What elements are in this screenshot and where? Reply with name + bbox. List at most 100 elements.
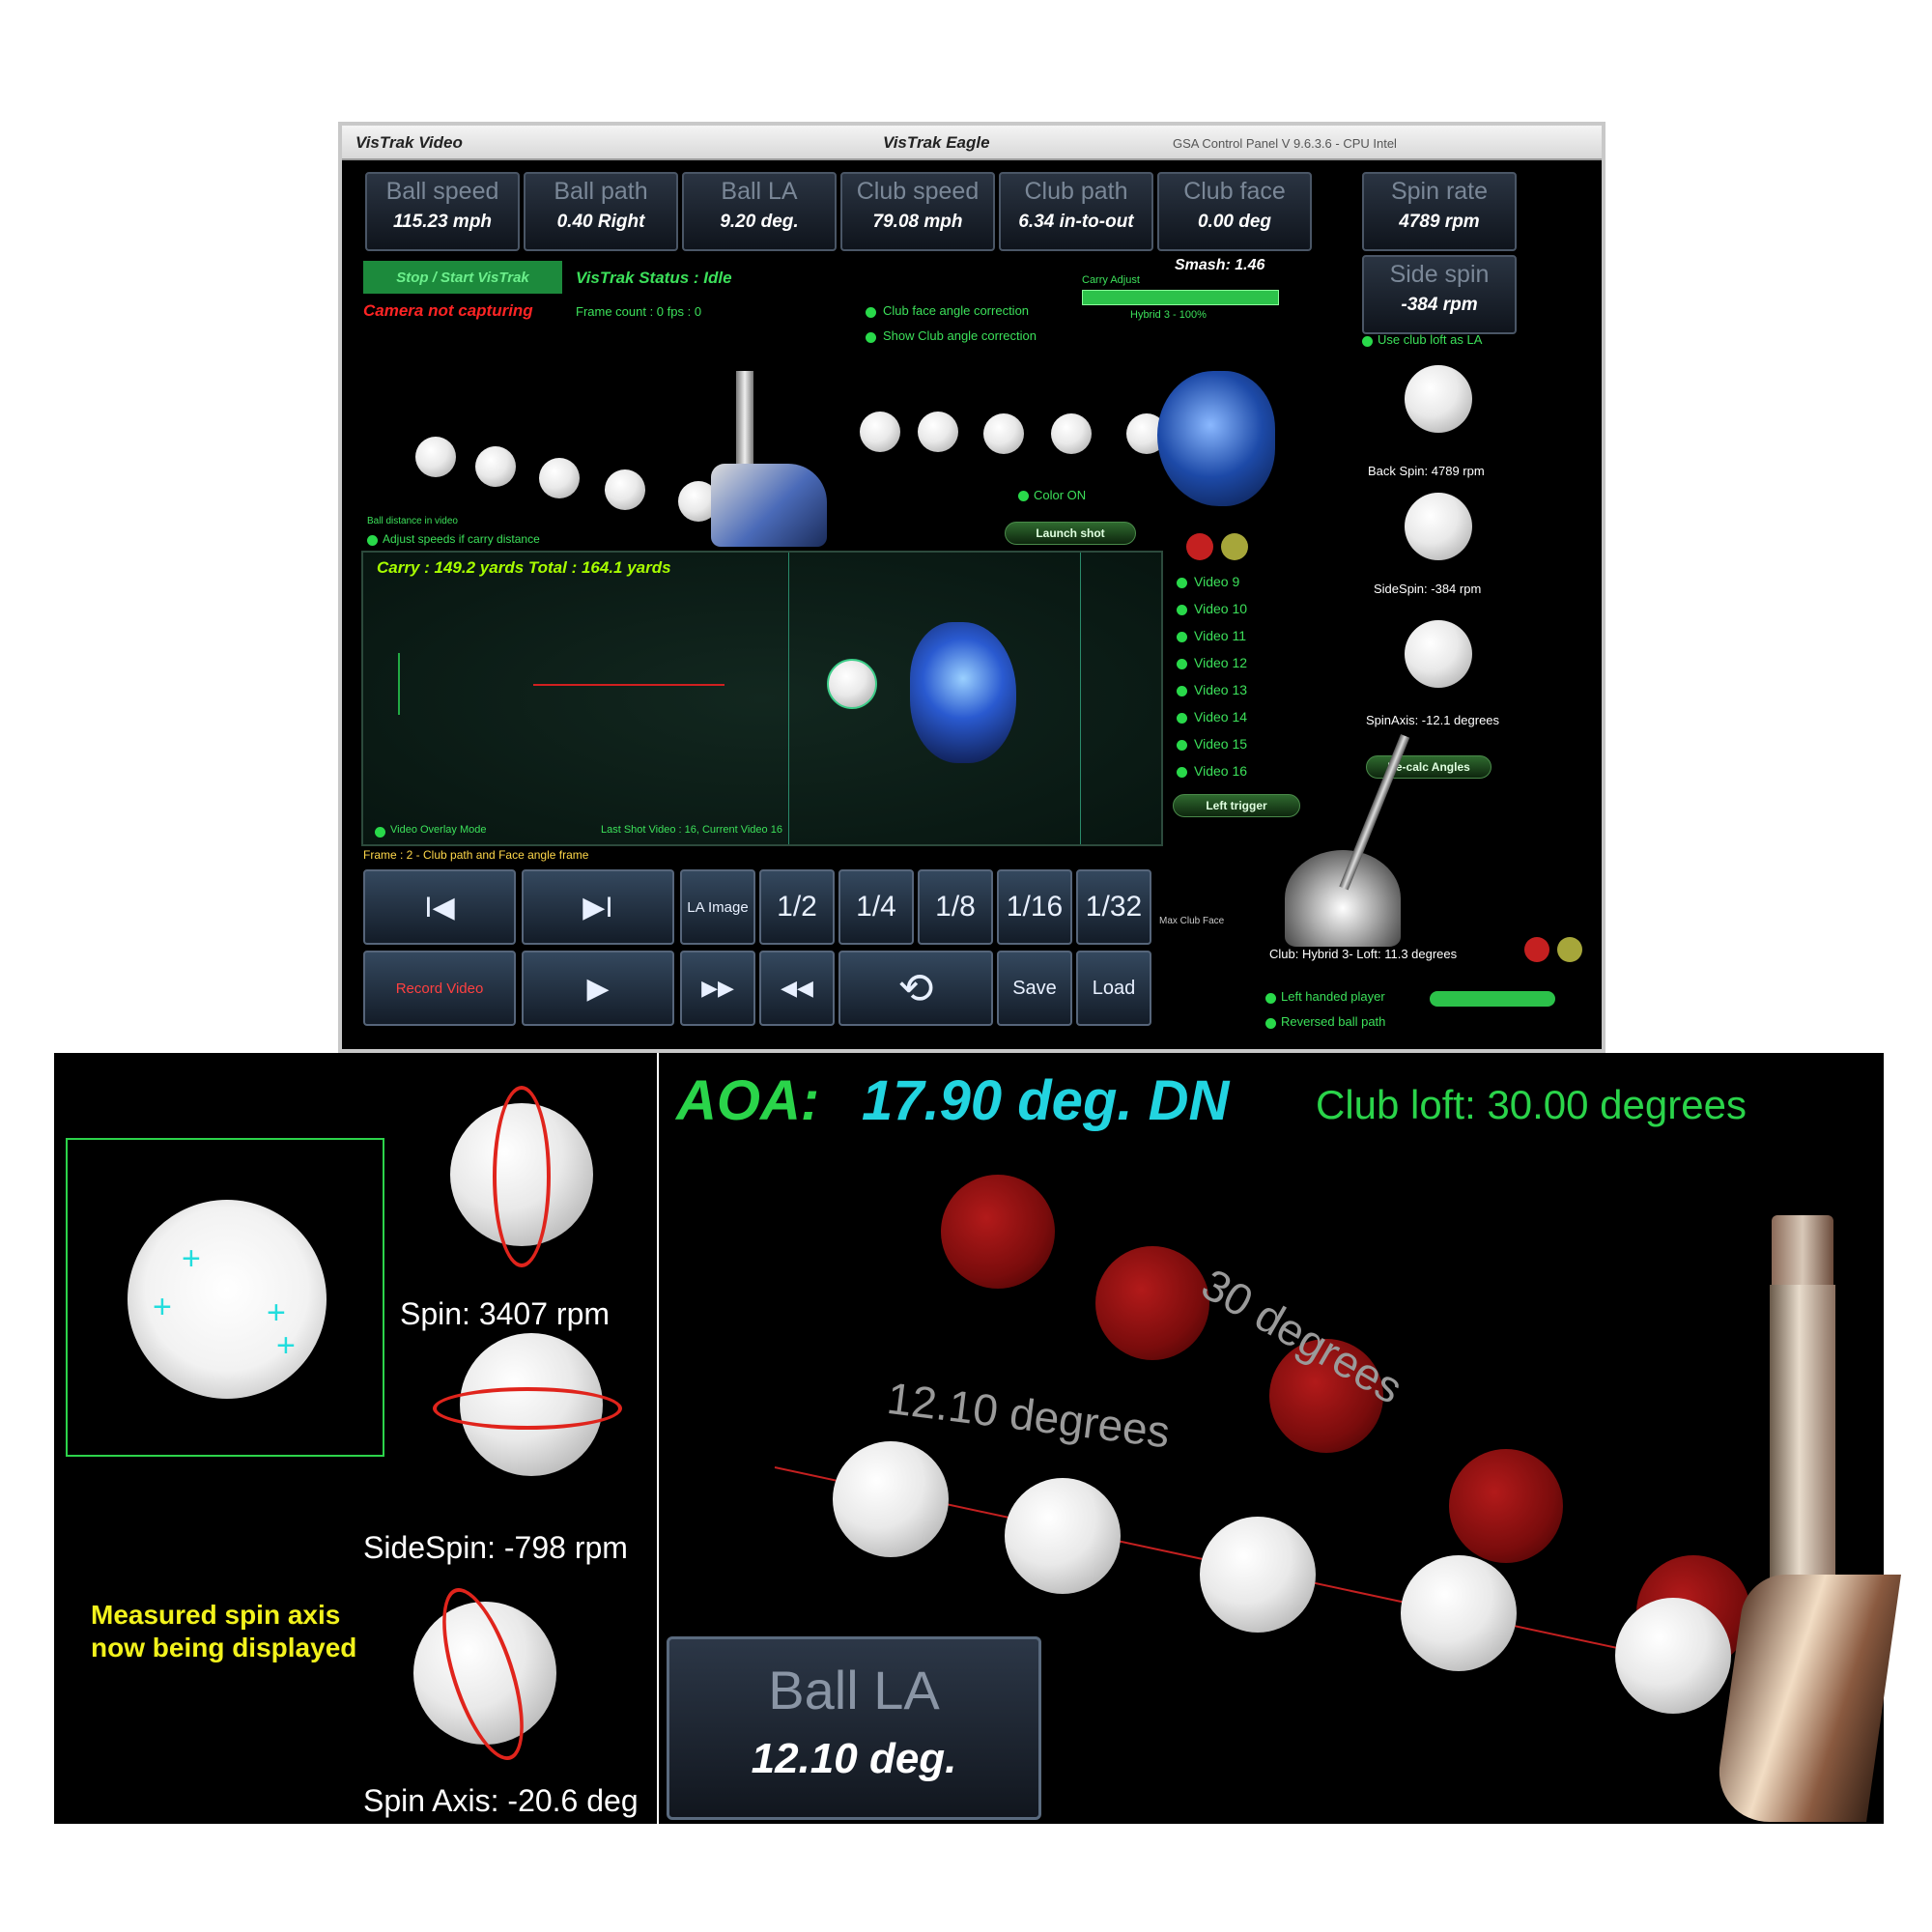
spin-measurement-panel: + + + + Spin: 3407 rpm SideSpin: -798 rp… <box>54 1053 657 1824</box>
red-ball <box>1449 1449 1563 1563</box>
video-panel: Carry : 149.2 yards Total : 164.1 yards … <box>361 551 1163 846</box>
ball-frame <box>860 412 900 452</box>
plus-button[interactable] <box>1221 533 1248 560</box>
video-radio[interactable] <box>1177 659 1187 669</box>
frame-count: Frame count : 0 fps : 0 <box>576 304 702 319</box>
ball-frame <box>983 413 1024 454</box>
ball-frame <box>475 446 516 487</box>
launch-angle-panel: AOA: 17.90 deg. DN Club loft: 30.00 degr… <box>659 1053 1901 1824</box>
axis-note-line2: now being displayed <box>91 1633 357 1662</box>
video-radio[interactable] <box>1177 578 1187 588</box>
max-club-face-label: Max Club Face <box>1159 916 1225 926</box>
skip-end-button[interactable]: ▶I <box>522 869 674 945</box>
video-radio[interactable] <box>1177 605 1187 615</box>
ball-la-label: Ball LA <box>768 1660 940 1720</box>
spin-orbit <box>493 1086 551 1267</box>
carry-adjust-slider[interactable] <box>1082 290 1279 305</box>
club-loft-label: Club loft: 30.00 degrees <box>1316 1082 1747 1127</box>
smash-factor: Smash: 1.46 <box>1175 257 1265 273</box>
adjust-speeds-radio[interactable] <box>367 535 378 546</box>
stop-start-vistrak-button[interactable]: Stop / Start VisTrak <box>363 261 562 294</box>
video-item[interactable]: Video 16 <box>1194 763 1247 779</box>
canvas: VisTrak Video VisTrak Eagle GSA Control … <box>0 0 1932 1932</box>
video-item[interactable]: Video 15 <box>1194 736 1247 752</box>
metric-value: -384 rpm <box>1401 295 1478 315</box>
club-face-correction-label: Club face angle correction <box>883 303 1030 318</box>
metric-value: 6.34 in-to-out <box>1018 212 1134 232</box>
reversed-path-radio[interactable] <box>1265 1018 1276 1029</box>
left-handed-radio[interactable] <box>1265 993 1276 1004</box>
record-video-button[interactable]: Record Video <box>363 951 516 1026</box>
spin-axis-label: SpinAxis: -12.1 degrees <box>1366 713 1500 727</box>
video-overlay-radio[interactable] <box>375 827 385 838</box>
launch-shot-button[interactable]: Launch shot <box>1005 522 1136 545</box>
video-item[interactable]: Video 9 <box>1194 574 1239 589</box>
show-club-angle-label: Show Club angle correction <box>883 328 1037 343</box>
title-right: GSA Control Panel V 9.6.3.6 - CPU Intel <box>1173 136 1397 151</box>
club-face-correction-radio[interactable] <box>866 307 876 318</box>
axis-note-line1: Measured spin axis <box>91 1600 341 1630</box>
video-radio[interactable] <box>1177 713 1187 724</box>
hybrid-club-face-image <box>1285 850 1401 947</box>
video-overlay-label: Video Overlay Mode <box>390 824 487 836</box>
speed-sixteenth-button[interactable]: 1/16 <box>997 869 1072 945</box>
sidespin-label: SideSpin: -798 rpm <box>363 1530 628 1565</box>
club-minus-button[interactable] <box>1524 937 1549 962</box>
video-item[interactable]: Video 12 <box>1194 655 1247 670</box>
club-hosel <box>1772 1215 1833 1291</box>
title-center: VisTrak Eagle <box>883 133 990 152</box>
club-plus-button[interactable] <box>1557 937 1582 962</box>
marker-plus: + <box>276 1327 296 1364</box>
twelve-degrees-label: 12.10 degrees <box>884 1372 1173 1458</box>
metric-label: Ball path <box>554 178 648 205</box>
loop-button[interactable]: ⟲ <box>838 951 993 1026</box>
video-radio[interactable] <box>1177 632 1187 642</box>
club-info: Club: Hybrid 3- Loft: 11.3 degrees <box>1269 947 1458 961</box>
left-handed-label: Left handed player <box>1281 989 1385 1004</box>
metric-ball-la: Ball LA 9.20 deg. <box>682 172 837 251</box>
play-button[interactable]: ▶ <box>522 951 674 1026</box>
la-image-button[interactable]: LA Image <box>680 869 755 945</box>
speed-quarter-button[interactable]: 1/4 <box>838 869 914 945</box>
hybrid-label: Hybrid 3 - 100% <box>1130 309 1207 321</box>
video-radio[interactable] <box>1177 767 1187 778</box>
use-club-loft-radio[interactable] <box>1362 336 1373 347</box>
metric-label: Club path <box>1024 178 1128 205</box>
metric-value: 0.40 Right <box>556 212 645 232</box>
title-left: VisTrak Video <box>355 133 463 152</box>
metric-ball-path: Ball path 0.40 Right <box>524 172 678 251</box>
metric-label: Spin rate <box>1390 178 1489 205</box>
driver-head-image <box>1157 371 1275 506</box>
video-item[interactable]: Video 14 <box>1194 709 1247 724</box>
spin-axis-ball <box>1405 620 1472 688</box>
ball-frame <box>1051 413 1092 454</box>
fast-forward-button[interactable]: ▶▶ <box>680 951 755 1026</box>
video-item[interactable]: Video 11 <box>1194 628 1246 643</box>
show-club-angle-radio[interactable] <box>866 332 876 343</box>
left-trigger-button[interactable]: Left trigger <box>1173 794 1300 817</box>
color-on-radio[interactable] <box>1018 491 1029 501</box>
video-radio[interactable] <box>1177 740 1187 751</box>
video-item[interactable]: Video 13 <box>1194 682 1247 697</box>
video-item[interactable]: Video 10 <box>1194 601 1247 616</box>
save-button[interactable]: Save <box>997 951 1072 1026</box>
carry-total: Carry : 149.2 yards Total : 164.1 yards <box>377 558 671 577</box>
skip-start-button[interactable]: I◀ <box>363 869 516 945</box>
ball-frame <box>539 458 580 498</box>
speed-half-button[interactable]: 1/2 <box>759 869 835 945</box>
white-ball <box>833 1441 949 1557</box>
title-bar: VisTrak Video VisTrak Eagle GSA Control … <box>342 126 1602 160</box>
rewind-button[interactable]: ◀◀ <box>759 951 835 1026</box>
metric-club-face: Club face 0.00 deg <box>1157 172 1312 251</box>
ball-frame <box>415 437 456 477</box>
reversed-path-label: Reversed ball path <box>1281 1014 1386 1029</box>
speed-thirty-second-button[interactable]: 1/32 <box>1076 869 1151 945</box>
left-handed-toggle[interactable] <box>1430 991 1555 1007</box>
load-button[interactable]: Load <box>1076 951 1151 1026</box>
metric-club-speed: Club speed 79.08 mph <box>840 172 995 251</box>
speed-eighth-button[interactable]: 1/8 <box>918 869 993 945</box>
minus-button[interactable] <box>1186 533 1213 560</box>
video-radio[interactable] <box>1177 686 1187 696</box>
use-club-loft-label: Use club loft as LA <box>1378 332 1483 347</box>
club-shaft <box>736 371 753 477</box>
